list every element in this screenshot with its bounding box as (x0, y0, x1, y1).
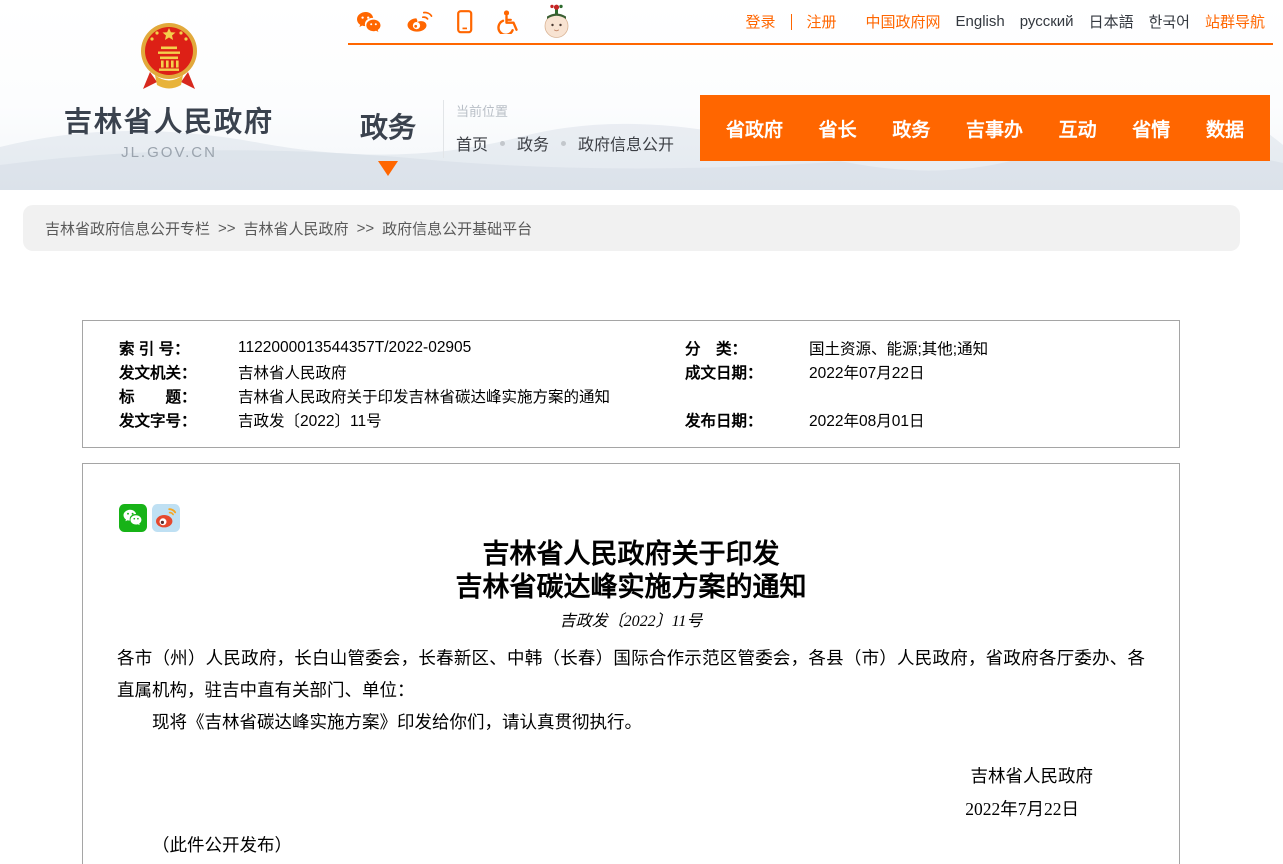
nav-provincial-government[interactable]: 省政府 (726, 115, 783, 142)
signature-line: 吉林省人民政府 (117, 760, 1145, 793)
login-register-divider (791, 14, 792, 30)
meta-row: 发文机关： 吉林省人民政府 成文日期： 2022年07月22日 (83, 360, 1179, 384)
location-label: 当前位置 (456, 101, 674, 120)
document-body: 各市（州）人民政府，长白山管委会，长春新区、中韩（长春）国际合作示范区管委会，各… (117, 642, 1145, 738)
site-domain: JL.GOV.CN (38, 144, 300, 161)
site-logo[interactable]: 吉林省人民政府 JL.GOV.CN (38, 20, 300, 161)
login-link[interactable]: 登录 (745, 11, 775, 32)
breadcrumb-info-disclosure[interactable]: 政府信息公开 (578, 131, 674, 155)
meta-value-document-number: 吉政发〔2022〕11号 (238, 409, 382, 431)
meta-value-title: 吉林省人民政府关于印发吉林省碳达峰实施方案的通知 (238, 385, 610, 407)
section-title: 政务 (360, 106, 416, 146)
weibo-icon[interactable] (406, 11, 433, 33)
document-number: 吉政发〔2022〕11号 (117, 611, 1145, 633)
lang-korean-link[interactable]: 한국어 (1149, 11, 1190, 32)
lang-russian-link[interactable]: русский (1020, 13, 1074, 30)
weibo-share-icon[interactable] (152, 504, 180, 532)
path-base-platform[interactable]: 政府信息公开基础平台 (382, 218, 532, 239)
meta-row: 发文字号： 吉政发〔2022〕11号 发布日期： 2022年08月01日 (83, 408, 1179, 432)
path-separator: >> (218, 220, 236, 237)
meta-value-category: 国土资源、能源;其他;通知 (809, 337, 988, 359)
nav-province-overview[interactable]: 省情 (1132, 115, 1170, 142)
meta-value-written-date: 2022年07月22日 (809, 361, 924, 383)
site-group-nav-link[interactable]: 站群导航 (1205, 11, 1265, 32)
wechat-share-icon[interactable] (119, 504, 147, 532)
meta-label-issuing-agency: 发文机关： (119, 361, 238, 383)
meta-value-issuing-agency: 吉林省人民政府 (238, 361, 347, 383)
path-separator: >> (357, 220, 375, 237)
page: 吉林省人民政府 JL.GOV.CN (0, 0, 1283, 864)
mobile-icon[interactable] (457, 10, 473, 34)
nav-jishiban[interactable]: 吉事办 (966, 115, 1023, 142)
meta-label-document-number: 发文字号： (119, 409, 238, 431)
meta-value-index-number: 1122000013544357T/2022-02905 (238, 339, 471, 357)
main-nav: 省政府 省长 政务 吉事办 互动 省情 数据 (700, 95, 1270, 161)
document-paragraph: 现将《吉林省碳达峰实施方案》印发给你们，请认真贯彻执行。 (117, 706, 1145, 738)
accessibility-icon[interactable] (497, 10, 519, 34)
breadcrumb-dot-icon (561, 141, 566, 146)
nav-data[interactable]: 数据 (1206, 115, 1244, 142)
lang-japanese-link[interactable]: 日本語 (1089, 11, 1134, 32)
document-paragraph: 各市（州）人民政府，长白山管委会，长春新区、中韩（长春）国际合作示范区管委会，各… (117, 642, 1145, 706)
document-title: 吉林省人民政府关于印发 吉林省碳达峰实施方案的通知 (117, 538, 1145, 604)
mascot-icon[interactable] (543, 4, 570, 40)
wechat-icon[interactable] (356, 11, 382, 33)
breadcrumb-dot-icon (500, 141, 505, 146)
lang-english-link[interactable]: English (956, 13, 1005, 30)
site-name: 吉林省人民政府 (38, 100, 300, 140)
register-link[interactable]: 注册 (807, 11, 837, 32)
share-row (117, 504, 1145, 532)
meta-row: 索 引 号： 1122000013544357T/2022-02905 分 类：… (83, 336, 1179, 360)
utility-links: 登录 注册 中国政府网 English русский 日本語 한국어 站群导航 (745, 11, 1265, 32)
document-title-line1: 吉林省人民政府关于印发 (117, 538, 1145, 571)
social-icons (356, 4, 570, 40)
path-disclosure-column[interactable]: 吉林省政府信息公开专栏 (45, 218, 210, 239)
nav-interaction[interactable]: 互动 (1059, 115, 1097, 142)
nav-governor[interactable]: 省长 (819, 115, 857, 142)
header-divider (443, 100, 444, 158)
document-meta-box: 索 引 号： 1122000013544357T/2022-02905 分 类：… (82, 320, 1180, 448)
signature-agency: 吉林省人民政府 (971, 766, 1094, 786)
national-emblem-icon (136, 20, 202, 94)
meta-label-written-date: 成文日期： (685, 361, 809, 383)
platform-path-bar: 吉林省政府信息公开专栏 >> 吉林省人民政府 >> 政府信息公开基础平台 (23, 205, 1240, 251)
public-release-note: （此件公开发布） (117, 829, 1145, 862)
meta-label-index-number: 索 引 号： (119, 337, 238, 359)
utility-bar: 登录 注册 中国政府网 English русский 日本語 한국어 站群导航 (348, 0, 1273, 45)
meta-label-category: 分 类： (685, 337, 809, 359)
signature-date: 2022年7月22日 (965, 799, 1079, 819)
caret-down-icon (378, 161, 398, 176)
meta-label-title: 标 题： (119, 385, 238, 407)
meta-row: 标 题： 吉林省人民政府关于印发吉林省碳达峰实施方案的通知 (83, 384, 1179, 408)
breadcrumb-zhengwu[interactable]: 政务 (517, 131, 549, 155)
breadcrumb-home[interactable]: 首页 (456, 131, 488, 155)
meta-label-publish-date: 发布日期： (685, 409, 809, 431)
nav-zhengwu[interactable]: 政务 (892, 115, 930, 142)
current-location: 当前位置 首页 政务 政府信息公开 (456, 101, 674, 155)
site-header: 吉林省人民政府 JL.GOV.CN (0, 0, 1283, 190)
meta-value-publish-date: 2022年08月01日 (809, 409, 924, 431)
path-provincial-government[interactable]: 吉林省人民政府 (244, 218, 349, 239)
document-content-box: 吉林省人民政府关于印发 吉林省碳达峰实施方案的通知 吉政发〔2022〕11号 各… (82, 463, 1180, 864)
gov-cn-link[interactable]: 中国政府网 (866, 11, 941, 32)
breadcrumb: 首页 政务 政府信息公开 (456, 131, 674, 155)
signature-date-line: 2022年7月22日 (117, 793, 1145, 826)
document-title-line2: 吉林省碳达峰实施方案的通知 (117, 571, 1145, 604)
